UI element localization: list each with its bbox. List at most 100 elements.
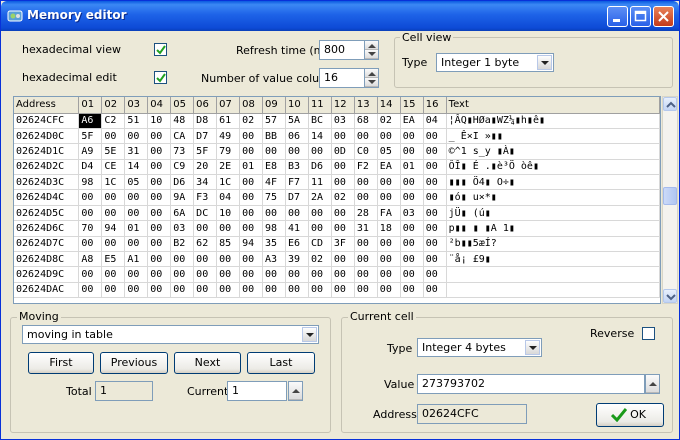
byte-cell[interactable]: 00	[216, 220, 241, 237]
column-header-byte[interactable]: 15	[400, 97, 424, 114]
byte-cell[interactable]: 00	[377, 174, 401, 191]
byte-cell[interactable]: 62	[193, 236, 218, 253]
byte-cell[interactable]: 00	[124, 128, 149, 145]
byte-cell[interactable]: 10	[147, 113, 172, 129]
byte-cell[interactable]: 00	[147, 159, 172, 176]
byte-cell[interactable]: 00	[239, 282, 264, 299]
byte-cell[interactable]: F3	[193, 189, 218, 206]
table-row[interactable]: 02624D0C 5F 00 00 00 CA D7 49 00 BB 06 14 00 00 00 00 00…	[14, 128, 660, 145]
byte-cell[interactable]: 00	[147, 174, 172, 191]
byte-cell[interactable]: 35	[262, 236, 286, 253]
column-header-byte[interactable]: 12	[331, 97, 355, 114]
byte-cell[interactable]: 00	[124, 236, 149, 253]
byte-cell[interactable]: 00	[170, 282, 195, 299]
selected-byte-cell[interactable]: A6	[78, 113, 103, 129]
memory-grid[interactable]: Address 01 02 03 04 05 06 07 08 09 10 11 12 13 14 15 16 T…	[13, 96, 661, 304]
byte-cell[interactable]: 00	[331, 251, 355, 268]
byte-cell[interactable]: 04	[423, 113, 447, 129]
column-header-byte[interactable]: 07	[216, 97, 241, 114]
byte-cell[interactable]: 3F	[331, 236, 355, 253]
byte-cell[interactable]: EA	[400, 113, 424, 129]
current-cell-type-select[interactable]: Integer 4 bytes	[417, 338, 542, 357]
byte-cell[interactable]: 00	[377, 236, 401, 253]
byte-cell[interactable]: 57	[262, 113, 286, 129]
byte-cell[interactable]: 00	[308, 205, 332, 222]
value-input[interactable]: 273793702	[417, 374, 645, 394]
byte-cell[interactable]: 00	[308, 220, 332, 237]
byte-cell[interactable]: C2	[101, 113, 126, 129]
byte-cell[interactable]: 00	[354, 236, 378, 253]
byte-cell[interactable]: 00	[239, 251, 264, 268]
byte-cell[interactable]: 00	[423, 251, 447, 268]
byte-cell[interactable]: 00	[147, 143, 172, 160]
column-header-byte[interactable]: 05	[170, 97, 195, 114]
byte-cell[interactable]: 00	[423, 220, 447, 237]
byte-cell[interactable]: 02	[239, 113, 264, 129]
byte-cell[interactable]: 01	[124, 220, 149, 237]
byte-cell[interactable]: 00	[124, 205, 149, 222]
byte-cell[interactable]: 06	[285, 128, 309, 145]
byte-cell[interactable]: 00	[262, 282, 286, 299]
table-row[interactable]: 02624D2C D4 CE 14 00 C9 20 2E 01 E8 B3 D6 00 F2 EA 01 00…	[14, 159, 660, 176]
byte-cell[interactable]: 00	[400, 266, 424, 283]
byte-cell[interactable]: 6A	[170, 205, 195, 222]
close-window-button[interactable]	[653, 6, 674, 27]
byte-cell[interactable]: 00	[285, 282, 309, 299]
byte-cell[interactable]: 1C	[101, 174, 126, 191]
byte-cell[interactable]: 00	[101, 236, 126, 253]
byte-cell[interactable]: 00	[124, 266, 149, 283]
byte-cell[interactable]: 00	[285, 143, 309, 160]
byte-cell[interactable]: 00	[331, 159, 355, 176]
byte-cell[interactable]: A8	[78, 251, 103, 268]
byte-cell[interactable]: 00	[216, 282, 241, 299]
byte-cell[interactable]: 00	[124, 189, 149, 206]
table-row[interactable]: 02624D7C 00 00 00 00 B2 62 85 94 35 E6 CD 3F 00 00 00 00…	[14, 236, 660, 253]
hex-edit-checkbox[interactable]	[154, 71, 167, 84]
byte-cell[interactable]: 00	[331, 282, 355, 299]
byte-cell[interactable]: E5	[101, 251, 126, 268]
byte-cell[interactable]: 00	[101, 128, 126, 145]
previous-button[interactable]: Previous	[100, 352, 168, 374]
byte-cell[interactable]: 00	[400, 174, 424, 191]
value-spinner[interactable]	[645, 374, 660, 394]
byte-cell[interactable]: EA	[377, 159, 401, 176]
byte-cell[interactable]: 00	[193, 282, 218, 299]
byte-cell[interactable]: 00	[423, 128, 447, 145]
byte-cell[interactable]: 00	[147, 205, 172, 222]
byte-cell[interactable]: 2E	[216, 159, 241, 176]
byte-cell[interactable]: 00	[423, 189, 447, 206]
column-header-byte[interactable]: 01	[78, 97, 103, 114]
column-header-byte[interactable]: 08	[239, 97, 264, 114]
byte-cell[interactable]: 73	[170, 143, 195, 160]
table-row[interactable]: 02624D6C 70 94 01 00 03 00 00 00 98 41 00 00 31 18 00 00…	[14, 220, 660, 237]
byte-cell[interactable]: 00	[239, 128, 264, 145]
byte-cell[interactable]: 00	[423, 159, 447, 176]
byte-cell[interactable]: BC	[308, 113, 332, 129]
table-row[interactable]: 02624CFC A6 C2 51 10 48 D8 61 02 57 5A BC 03 68 02 EA 04…	[14, 113, 660, 129]
byte-cell[interactable]: 00	[170, 266, 195, 283]
column-header-byte[interactable]: 03	[124, 97, 149, 114]
byte-cell[interactable]: 03	[170, 220, 195, 237]
byte-cell[interactable]: A1	[124, 251, 149, 268]
current-input[interactable]: 1	[227, 381, 287, 401]
byte-cell[interactable]: 00	[101, 189, 126, 206]
byte-cell[interactable]: 01	[400, 159, 424, 176]
byte-cell[interactable]: E8	[262, 159, 286, 176]
byte-cell[interactable]: BB	[262, 128, 286, 145]
byte-cell[interactable]: 94	[239, 236, 264, 253]
byte-cell[interactable]: D4	[78, 159, 103, 176]
byte-cell[interactable]: 79	[216, 143, 241, 160]
byte-cell[interactable]: 00	[78, 189, 103, 206]
column-header-byte[interactable]: 04	[147, 97, 172, 114]
scroll-up-button[interactable]	[663, 97, 677, 111]
byte-cell[interactable]: 00	[331, 174, 355, 191]
byte-cell[interactable]: 05	[377, 143, 401, 160]
byte-cell[interactable]: 00	[400, 128, 424, 145]
byte-cell[interactable]: 9A	[170, 189, 195, 206]
byte-cell[interactable]: 00	[239, 266, 264, 283]
byte-cell[interactable]: 00	[423, 266, 447, 283]
byte-cell[interactable]: 00	[354, 174, 378, 191]
byte-cell[interactable]: 41	[285, 220, 309, 237]
column-header-byte[interactable]: 14	[377, 97, 401, 114]
byte-cell[interactable]: 00	[147, 128, 172, 145]
